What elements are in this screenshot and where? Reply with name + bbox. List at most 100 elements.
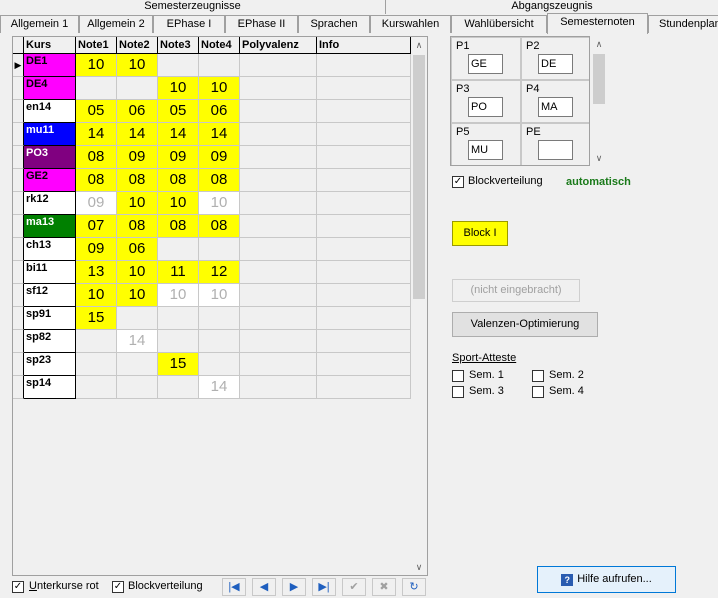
kurs-cell[interactable]: DE4	[24, 77, 76, 100]
note3-cell[interactable]	[158, 238, 199, 261]
polyvalenz-cell[interactable]	[240, 123, 317, 146]
note3-cell[interactable]: 08	[158, 215, 199, 238]
pfach-scrollbar-thumb[interactable]	[593, 54, 605, 104]
note1-cell[interactable]: 08	[76, 169, 117, 192]
note2-cell[interactable]	[117, 353, 158, 376]
note3-cell[interactable]: 10	[158, 77, 199, 100]
info-cell[interactable]	[317, 330, 411, 353]
tab-wahluebersicht[interactable]: Wahlübersicht	[451, 15, 547, 33]
polyvalenz-cell[interactable]	[240, 376, 317, 399]
note2-cell[interactable]: 06	[117, 100, 158, 123]
note2-cell[interactable]	[117, 77, 158, 100]
polyvalenz-cell[interactable]	[240, 353, 317, 376]
note2-cell[interactable]: 14	[117, 330, 158, 353]
prev-icon[interactable]: ◀	[252, 578, 276, 596]
pfach-vertical-scrollbar[interactable]: ∧ ∨	[591, 36, 607, 166]
row-indicator[interactable]	[13, 169, 24, 192]
note4-cell[interactable]: 10	[199, 284, 240, 307]
first-icon[interactable]: |◀	[222, 578, 246, 596]
row-indicator[interactable]	[13, 215, 24, 238]
column-header-note2[interactable]: Note2	[117, 37, 158, 54]
kurs-cell[interactable]: ch13	[24, 238, 76, 261]
row-indicator[interactable]	[13, 100, 24, 123]
column-header-note3[interactable]: Note3	[158, 37, 199, 54]
note1-cell[interactable]: 08	[76, 146, 117, 169]
note1-cell[interactable]: 10	[76, 284, 117, 307]
note3-cell[interactable]: 10	[158, 192, 199, 215]
note3-cell[interactable]	[158, 330, 199, 353]
note2-cell[interactable]: 10	[117, 284, 158, 307]
polyvalenz-cell[interactable]	[240, 100, 317, 123]
note3-cell[interactable]	[158, 54, 199, 77]
note1-cell[interactable]: 09	[76, 238, 117, 261]
sem-1-checkbox[interactable]	[452, 370, 464, 382]
tab-ephase-2[interactable]: EPhase II	[225, 15, 298, 33]
polyvalenz-cell[interactable]	[240, 169, 317, 192]
info-cell[interactable]	[317, 353, 411, 376]
note3-cell[interactable]	[158, 376, 199, 399]
info-cell[interactable]	[317, 169, 411, 192]
kurs-cell[interactable]: rk12	[24, 192, 76, 215]
polyvalenz-cell[interactable]	[240, 307, 317, 330]
note4-cell[interactable]	[199, 353, 240, 376]
info-cell[interactable]	[317, 215, 411, 238]
tab-kurswahlen[interactable]: Kurswahlen	[370, 15, 451, 33]
valenzen-optimierung-button[interactable]: Valenzen-Optimierung	[452, 312, 598, 337]
note3-cell[interactable]: 09	[158, 146, 199, 169]
confirm-icon[interactable]: ✔	[342, 578, 366, 596]
note1-cell[interactable]	[76, 376, 117, 399]
info-cell[interactable]	[317, 54, 411, 77]
pfach-input[interactable]: MA	[538, 97, 573, 117]
note4-cell[interactable]: 06	[199, 100, 240, 123]
polyvalenz-cell[interactable]	[240, 77, 317, 100]
block-button[interactable]: Block I	[452, 221, 508, 246]
kurs-cell[interactable]: sp91	[24, 307, 76, 330]
tab-stundenplan[interactable]: Stundenplan	[648, 15, 718, 33]
info-cell[interactable]	[317, 77, 411, 100]
note4-cell[interactable]: 08	[199, 215, 240, 238]
pfach-input[interactable]: MU	[468, 140, 503, 160]
note4-cell[interactable]: 14	[199, 123, 240, 146]
note4-cell[interactable]: 12	[199, 261, 240, 284]
tab-allgemein-2[interactable]: Allgemein 2	[79, 15, 153, 33]
note4-cell[interactable]	[199, 307, 240, 330]
row-indicator[interactable]	[13, 307, 24, 330]
info-cell[interactable]	[317, 100, 411, 123]
kurs-cell[interactable]: bi11	[24, 261, 76, 284]
kurs-cell[interactable]: GE2	[24, 169, 76, 192]
polyvalenz-cell[interactable]	[240, 192, 317, 215]
sem-4-checkbox[interactable]	[532, 386, 544, 398]
sem-3-checkbox[interactable]	[452, 386, 464, 398]
note3-cell[interactable]: 14	[158, 123, 199, 146]
pfach-scroll-up-icon[interactable]: ∧	[591, 36, 607, 52]
note1-cell[interactable]: 14	[76, 123, 117, 146]
note2-cell[interactable]: 06	[117, 238, 158, 261]
pfach-input[interactable]: DE	[538, 54, 573, 74]
kurs-cell[interactable]: sp14	[24, 376, 76, 399]
polyvalenz-cell[interactable]	[240, 215, 317, 238]
note4-cell[interactable]: 09	[199, 146, 240, 169]
note4-cell[interactable]: 10	[199, 192, 240, 215]
kurs-cell[interactable]: en14	[24, 100, 76, 123]
blockverteilung-checkbox[interactable]: ✓	[452, 176, 464, 188]
scroll-up-icon[interactable]: ∧	[411, 37, 427, 53]
info-cell[interactable]	[317, 261, 411, 284]
nicht-eingebracht-button[interactable]: (nicht eingebracht)	[452, 279, 580, 302]
scrollbar-thumb[interactable]	[413, 55, 425, 299]
note3-cell[interactable]: 11	[158, 261, 199, 284]
note4-cell[interactable]	[199, 330, 240, 353]
kurs-cell[interactable]: ma13	[24, 215, 76, 238]
note2-cell[interactable]: 08	[117, 169, 158, 192]
note3-cell[interactable]: 08	[158, 169, 199, 192]
pfach-input[interactable]: PO	[468, 97, 503, 117]
info-cell[interactable]	[317, 146, 411, 169]
note1-cell[interactable]	[76, 353, 117, 376]
tab-sprachen[interactable]: Sprachen	[298, 15, 370, 33]
info-cell[interactable]	[317, 238, 411, 261]
note2-cell[interactable]: 14	[117, 123, 158, 146]
note2-cell[interactable]: 08	[117, 215, 158, 238]
note3-cell[interactable]	[158, 307, 199, 330]
kurs-cell[interactable]: mu11	[24, 123, 76, 146]
kurs-cell[interactable]: PO3	[24, 146, 76, 169]
note1-cell[interactable]: 15	[76, 307, 117, 330]
